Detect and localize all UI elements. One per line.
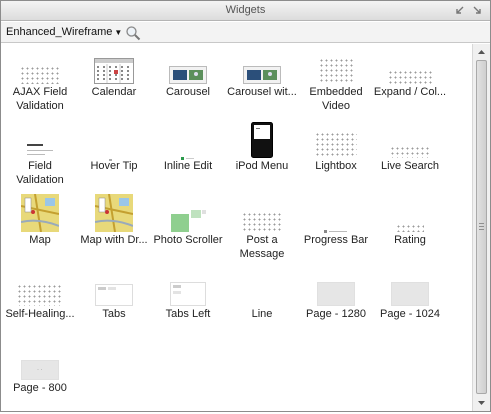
widget-thumbnail [390, 146, 430, 158]
widget-item[interactable]: Expand / Col... [373, 44, 447, 118]
widget-item[interactable]: Progress Bar [299, 192, 373, 266]
widget-label: Photo Scroller [153, 234, 223, 246]
widget-thumbnail: · · [21, 360, 59, 380]
widget-thumbnail [242, 212, 282, 232]
widget-label: Inline Edit [163, 160, 213, 172]
widget-thumbnail [109, 154, 119, 161]
widget-label: Map [29, 234, 51, 246]
widget-thumbnail [169, 208, 207, 232]
widget-label: Post a [246, 234, 278, 246]
panel-title: Widgets [225, 4, 266, 16]
widget-thumbnail [169, 66, 207, 84]
widget-item[interactable]: Lightbox [299, 118, 373, 192]
widget-thumbnail [94, 58, 134, 84]
widget-label: Line [251, 308, 273, 320]
widget-label: AJAX Field [12, 86, 68, 98]
widget-label: Embedded [309, 86, 363, 98]
widget-item[interactable]: Live Search [373, 118, 447, 192]
widget-label: Page - 1280 [306, 308, 366, 320]
widget-item[interactable]: Inline Edit [151, 118, 225, 192]
widget-label: Progress Bar [303, 234, 369, 246]
triangle-down-icon: ▼ [114, 27, 123, 37]
widget-thumbnail [317, 282, 355, 306]
widget-item[interactable]: Page - 1024 [373, 266, 447, 340]
widget-label: Tabs Left [165, 308, 211, 320]
widget-item[interactable]: Map with Dr... [77, 192, 151, 266]
panel-titlebar[interactable]: Widgets [1, 1, 490, 21]
widget-label: Self-Healing... [5, 308, 75, 320]
widget-thumbnail [396, 224, 424, 232]
widget-label: iPod Menu [235, 160, 289, 172]
widget-item[interactable]: Tabs [77, 266, 151, 340]
library-dropdown[interactable]: Enhanced_Wireframe ▼ [6, 26, 122, 38]
widget-item[interactable]: Field Validation [3, 118, 77, 192]
widget-thumbnail [17, 284, 63, 306]
widget-thumbnail [20, 66, 60, 84]
widget-item[interactable]: Self-Healing... [3, 266, 77, 340]
scroll-up-arrow-icon[interactable] [473, 44, 490, 60]
widget-item[interactable]: Calendar [77, 44, 151, 118]
widget-label: Carousel [165, 86, 211, 98]
widget-label: Map with Dr... [80, 234, 148, 246]
widget-thumbnail [315, 132, 357, 158]
minimize-arrow-icon[interactable] [453, 4, 467, 18]
widget-item[interactable]: Hover Tip [77, 118, 151, 192]
widget-item[interactable]: · · Page - 800 [3, 340, 77, 411]
widget-label: Page - 800 [13, 382, 67, 394]
widget-label: Expand / Col... [373, 86, 447, 98]
widget-item[interactable]: Rating [373, 192, 447, 266]
widget-item[interactable]: Embedded Video [299, 44, 373, 118]
widget-label: Tabs [102, 308, 126, 320]
widget-item[interactable]: Carousel [151, 44, 225, 118]
scroll-down-arrow-icon[interactable] [473, 395, 490, 411]
widget-thumbnail [95, 284, 133, 306]
widget-thumbnail [94, 193, 134, 233]
vertical-scrollbar[interactable] [472, 44, 490, 411]
widget-label: Rating [394, 234, 426, 246]
widget-thumbnail [388, 70, 432, 84]
widget-grid: AJAX Field Validation Calendar Carousel Caro… [1, 44, 472, 411]
widget-item[interactable]: Post a Message [225, 192, 299, 266]
widget-thumbnail [181, 152, 195, 160]
widget-item[interactable]: Tabs Left [151, 266, 225, 340]
widget-label: Lightbox [315, 160, 357, 172]
widget-label-line2: Video [322, 100, 350, 112]
widget-label: Hover Tip [90, 160, 138, 172]
widget-label-line2: Validation [16, 174, 64, 186]
widget-item[interactable]: Line [225, 266, 299, 340]
widget-label: Calendar [91, 86, 137, 98]
widget-item[interactable]: iPod Menu [225, 118, 299, 192]
widget-label: Carousel wit... [227, 86, 297, 98]
widgets-panel: Widgets Enhanced_Wireframe ▼ AJAX Field V… [0, 0, 491, 412]
widget-thumbnail [391, 282, 429, 306]
search-icon[interactable] [125, 25, 141, 41]
widget-thumbnail [170, 282, 206, 306]
widget-thumbnail [20, 193, 60, 233]
library-toolbar: Enhanced_Wireframe ▼ [1, 22, 490, 43]
widget-label: Live Search [380, 160, 440, 172]
widget-thumbnail [243, 66, 281, 84]
widget-label-line2: Message [239, 248, 285, 260]
widget-item[interactable]: Map [3, 192, 77, 266]
widget-thumbnail [324, 226, 348, 233]
widget-item[interactable]: Page - 1280 [299, 266, 373, 340]
widget-item[interactable]: Carousel wit... [225, 44, 299, 118]
widget-label: Page - 1024 [380, 308, 440, 320]
widget-thumbnail [251, 122, 273, 158]
widget-label-line2: Validation [16, 100, 64, 112]
widget-label: Field [28, 160, 52, 172]
pin-icon[interactable] [471, 4, 485, 18]
widget-item[interactable]: Photo Scroller [151, 192, 225, 266]
scrollbar-thumb[interactable] [476, 60, 487, 394]
widget-thumbnail [27, 144, 53, 158]
widget-item[interactable]: AJAX Field Validation [3, 44, 77, 118]
library-name: Enhanced_Wireframe [6, 26, 113, 38]
widget-thumbnail [319, 58, 353, 84]
